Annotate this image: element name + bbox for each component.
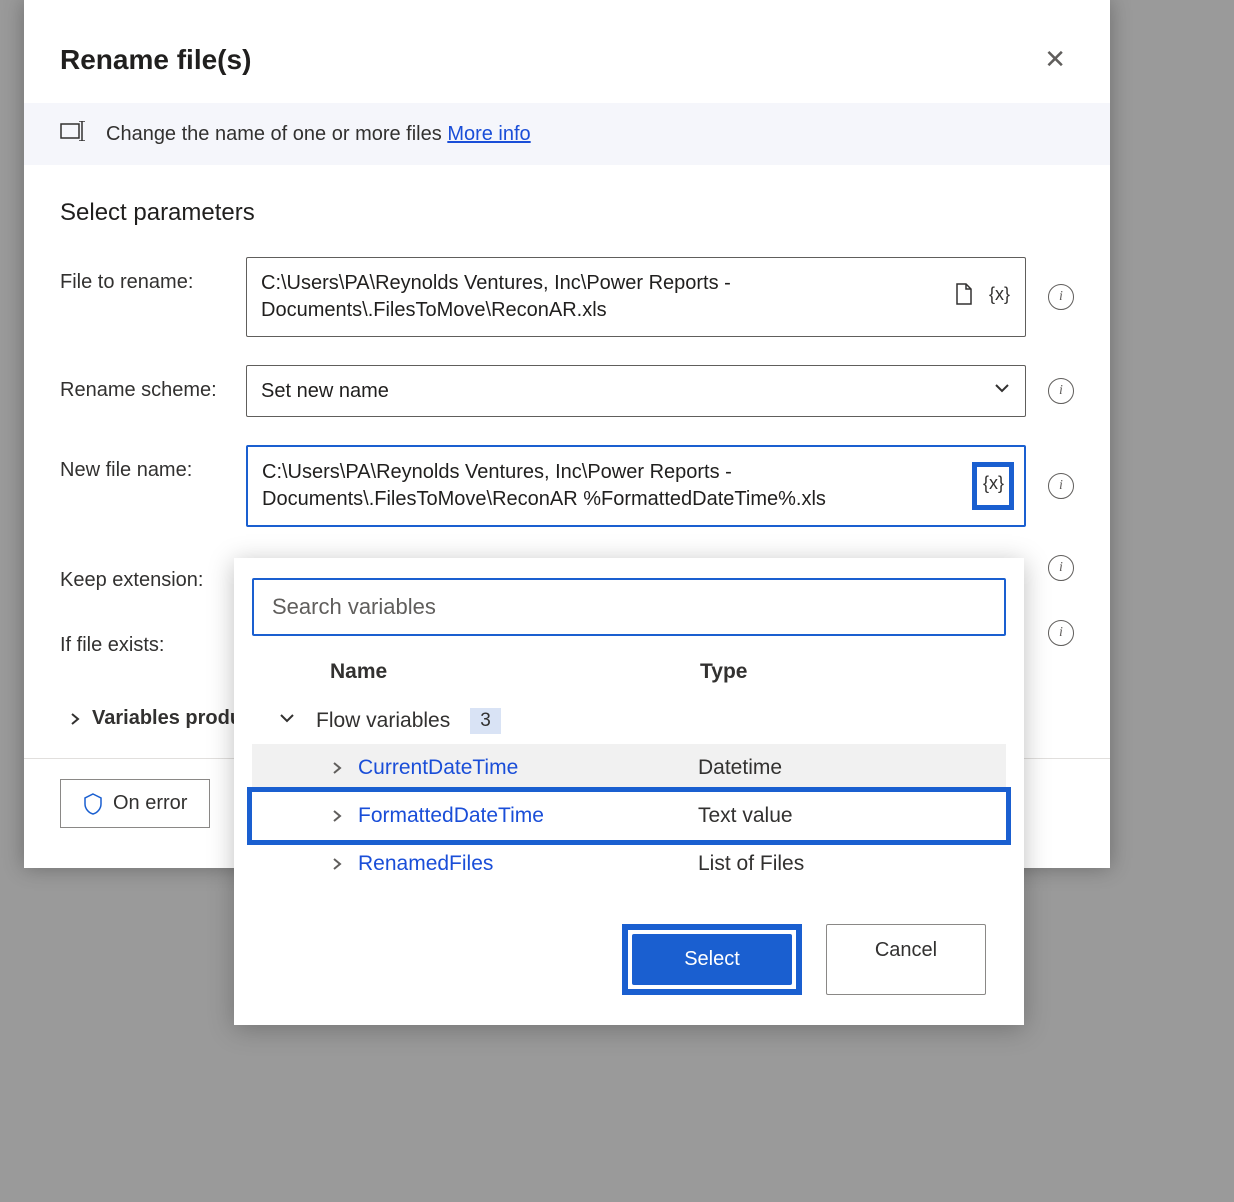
info-icon[interactable]: i [1048,620,1074,646]
field-file-to-rename: File to rename: C:\Users\PA\Reynolds Ven… [60,257,1074,337]
select-button-highlight: Select [622,924,802,995]
info-icon[interactable]: i [1048,378,1074,404]
info-bar: Change the name of one or more files Mor… [24,103,1110,165]
field-new-file-name: New file name: C:\Users\PA\Reynolds Vent… [60,445,1074,527]
variable-table-header: Name Type [252,660,1006,698]
field-label: File to rename: [60,257,246,294]
dialog-title: Rename file(s) [60,44,251,76]
info-icon[interactable]: i [1048,284,1074,310]
svg-text:{x}: {x} [983,473,1004,493]
section-title: Select parameters [60,199,1074,227]
info-text: Change the name of one or more files Mor… [106,123,531,146]
more-info-link[interactable]: More info [447,123,530,145]
field-label: If file exists: [60,620,246,657]
group-count-badge: 3 [470,708,501,734]
variable-row-formatteddatetime[interactable]: FormattedDateTime Text value [252,792,1006,840]
chevron-down-icon [278,709,296,733]
field-label: New file name: [60,445,246,482]
rename-scheme-select[interactable]: Set new name [246,365,1026,417]
rename-icon [60,121,88,147]
chevron-down-icon [993,379,1011,403]
column-type-header: Type [700,660,747,684]
flow-variables-group[interactable]: Flow variables 3 [252,698,1006,744]
variable-picker-icon[interactable]: {x} [972,462,1014,510]
svg-text:{x}: {x} [989,284,1010,304]
info-icon[interactable]: i [1048,473,1074,499]
browse-file-icon[interactable] [951,282,975,312]
select-button[interactable]: Select [632,934,792,985]
dialog-header: Rename file(s) ✕ [24,0,1110,103]
variable-picker-icon[interactable]: {x} [987,282,1011,312]
variable-picker-popup: Search variables Name Type Flow variable… [234,558,1024,1025]
close-icon[interactable]: ✕ [1036,40,1074,79]
on-error-button[interactable]: On error [60,779,210,828]
field-rename-scheme: Rename scheme: Set new name i [60,365,1074,417]
cancel-button[interactable]: Cancel [826,924,986,995]
column-name-header: Name [330,660,700,684]
chevron-right-icon [330,809,358,823]
field-label: Keep extension: [60,555,246,592]
field-label: Rename scheme: [60,365,246,402]
variable-row-currentdatetime[interactable]: CurrentDateTime Datetime [252,744,1006,792]
file-to-rename-input[interactable]: C:\Users\PA\Reynolds Ventures, Inc\Power… [246,257,1026,337]
popup-footer: Select Cancel [252,888,1006,1005]
chevron-right-icon [330,761,358,775]
search-variables-input[interactable]: Search variables [252,578,1006,636]
variable-row-renamedfiles[interactable]: RenamedFiles List of Files [252,840,1006,888]
info-icon[interactable]: i [1048,555,1074,581]
chevron-right-icon [330,857,358,871]
new-file-name-input[interactable]: C:\Users\PA\Reynolds Ventures, Inc\Power… [246,445,1026,527]
